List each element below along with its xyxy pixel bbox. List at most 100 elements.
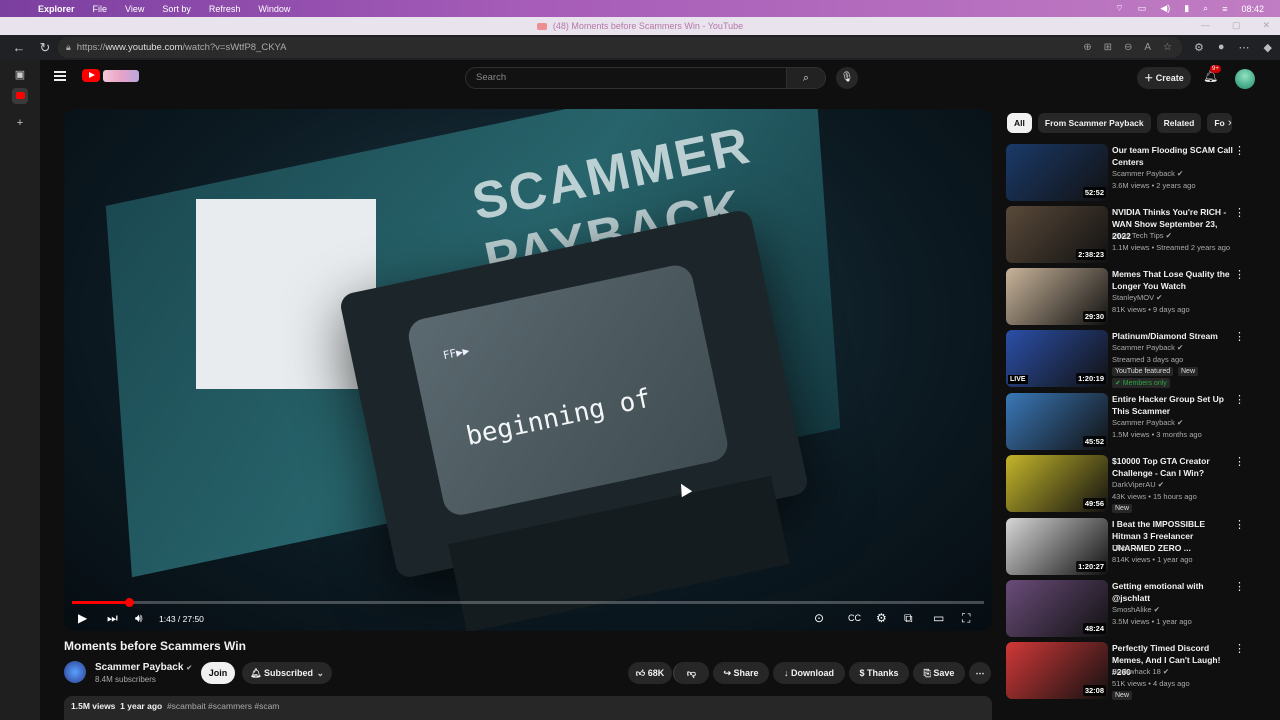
display-icon[interactable]: ▭ — [1138, 3, 1147, 14]
control-center-icon[interactable]: ≡ — [1222, 4, 1227, 14]
zoom-icon[interactable]: ⊖ — [1124, 42, 1132, 53]
recommendation-channel[interactable]: Scammer Payback ✔ — [1112, 169, 1183, 178]
grid-icon[interactable]: ⊞ — [1104, 42, 1112, 53]
video-thumbnail[interactable]: 29:30 — [1006, 268, 1108, 325]
more-vert-icon[interactable]: ⋮ — [1234, 330, 1245, 343]
recommendation-channel[interactable]: Scammer Payback ✔ — [1112, 418, 1183, 427]
video-thumbnail[interactable]: 45:52 — [1006, 393, 1108, 450]
minimize-icon[interactable]: — — [1201, 20, 1210, 31]
dislike-button[interactable]: 👎︎ — [673, 662, 709, 684]
thanks-button[interactable]: $ Thanks — [849, 662, 909, 684]
notifications-button[interactable]: 🔔︎ 9+ — [1203, 65, 1221, 83]
fullscreen-icon[interactable]: ⛶ — [962, 611, 970, 626]
captions-icon[interactable]: CC — [848, 613, 861, 623]
download-button[interactable]: ↓ Download — [773, 662, 845, 684]
share-button[interactable]: ↪ Share — [713, 662, 769, 684]
account-avatar[interactable] — [1235, 69, 1255, 89]
wifi-icon[interactable]: ⌔ — [1115, 3, 1123, 14]
youtube-tab-icon[interactable] — [12, 88, 28, 104]
save-button[interactable]: ⎘ Save — [913, 662, 965, 684]
channel-avatar[interactable] — [64, 661, 86, 683]
recommendation-card[interactable]: 32:08 Perfectly Timed Discord Memes, And … — [1006, 642, 1268, 700]
more-vert-icon[interactable]: ⋮ — [1234, 268, 1245, 281]
play-icon[interactable]: ▶ — [78, 611, 87, 625]
more-vert-icon[interactable]: ⋮ — [1234, 580, 1245, 593]
subscribed-button[interactable]: 🔔︎ Subscribed ⌄ — [242, 662, 332, 684]
miniplayer-icon[interactable]: ⧉ — [904, 611, 913, 626]
youtube-logo[interactable] — [82, 69, 139, 82]
video-thumbnail[interactable]: 1:20:19 LIVE — [1006, 330, 1108, 387]
recommendation-title[interactable]: Getting emotional with @jschlatt — [1112, 580, 1236, 604]
more-vert-icon[interactable]: ⋮ — [1234, 455, 1245, 468]
star-icon[interactable]: ☆ — [1163, 42, 1172, 53]
menu-sort-by[interactable]: Sort by — [162, 4, 191, 14]
chip-related[interactable]: Related — [1156, 113, 1202, 133]
copilot-icon[interactable]: ◆ — [1264, 41, 1272, 54]
join-button[interactable]: Join — [201, 662, 235, 684]
maximize-icon[interactable]: ▢ — [1232, 20, 1241, 31]
address-bar[interactable]: 🔒︎ https://www.youtube.com/watch?v=sWtfP… — [58, 37, 1182, 58]
video-thumbnail[interactable]: 52:52 — [1006, 144, 1108, 201]
menu-explorer[interactable]: Explorer — [38, 4, 75, 14]
more-vert-icon[interactable]: ⋮ — [1234, 206, 1245, 219]
recommendation-card[interactable]: 52:52 Our team Flooding SCAM Call Centers… — [1006, 144, 1268, 202]
video-thumbnail[interactable]: 1:20:27 — [1006, 518, 1108, 575]
menu-refresh[interactable]: Refresh — [209, 4, 241, 14]
more-icon[interactable]: ⋯ — [1239, 41, 1250, 54]
hashtags[interactable]: #scambait #scammers #scam — [167, 701, 279, 711]
recommendation-channel[interactable]: StanleyMOV ✔ — [1112, 293, 1162, 302]
read-aloud-icon[interactable]: A — [1144, 42, 1151, 53]
menu-file[interactable]: File — [93, 4, 108, 14]
scrubber-handle[interactable] — [124, 598, 134, 607]
video-thumbnail[interactable]: 49:56 — [1006, 455, 1108, 512]
chevron-right-icon[interactable]: › — [1228, 117, 1232, 129]
recommendation-card[interactable]: 48:24 Getting emotional with @jschlatt Smo… — [1006, 580, 1268, 638]
reload-icon[interactable]: ↻ — [38, 40, 52, 56]
channel-name[interactable]: Scammer Payback ✔ — [95, 662, 192, 673]
video-thumbnail[interactable]: 2:38:23 — [1006, 206, 1108, 263]
recommendation-card[interactable]: 45:52 Entire Hacker Group Set Up This Sca… — [1006, 393, 1268, 451]
menu-window[interactable]: Window — [258, 4, 290, 14]
next-icon[interactable]: ⏭ — [107, 611, 118, 626]
search-icon[interactable]: ⌕ — [1203, 3, 1208, 14]
recommendation-title[interactable]: Platinum/Diamond Stream — [1112, 330, 1236, 342]
more-actions-button[interactable]: ⋯ — [969, 662, 991, 684]
chip-from-channel[interactable]: From Scammer Payback — [1037, 113, 1151, 133]
more-vert-icon[interactable]: ⋮ — [1234, 393, 1245, 406]
recommendation-channel[interactable]: Cheru ✔ — [1112, 543, 1141, 552]
recommendation-channel[interactable]: Bushwhack 18 ✔ — [1112, 667, 1169, 676]
recommendation-channel[interactable]: DarkViperAU ✔ — [1112, 480, 1164, 489]
recommendation-card[interactable]: 1:20:27 I Beat the IMPOSSIBLE Hitman 3 Fr… — [1006, 518, 1268, 576]
recommendation-card[interactable]: 2:38:23 NVIDIA Thinks You're RICH - WAN S… — [1006, 206, 1268, 264]
video-thumbnail[interactable]: 48:24 — [1006, 580, 1108, 637]
lock-icon[interactable]: 🔒︎ — [66, 42, 71, 53]
volume-icon[interactable]: 🔊︎ — [135, 611, 143, 626]
menu-view[interactable]: View — [125, 4, 144, 14]
search-input[interactable]: Search — [465, 67, 787, 89]
more-vert-icon[interactable]: ⋮ — [1234, 144, 1245, 157]
recommendation-title[interactable]: Our team Flooding SCAM Call Centers — [1112, 144, 1236, 168]
description-box[interactable]: 1.5M views 1 year ago #scambait #scammer… — [64, 696, 992, 720]
recommendation-card[interactable]: 29:30 Memes That Lose Quality the Longer … — [1006, 268, 1268, 326]
search-button[interactable]: ⌕ — [786, 67, 826, 89]
recommendation-title[interactable]: Entire Hacker Group Set Up This Scammer — [1112, 393, 1236, 417]
chip-all[interactable]: All — [1007, 113, 1032, 133]
recommendation-channel[interactable]: Linus Tech Tips ✔ — [1112, 231, 1172, 240]
progress-bar[interactable] — [72, 598, 984, 607]
tabs-icon[interactable]: ▣ — [12, 67, 28, 83]
video-thumbnail[interactable]: 32:08 — [1006, 642, 1108, 699]
recommendation-card[interactable]: 1:20:19 LIVE Platinum/Diamond Stream Scamme… — [1006, 330, 1268, 388]
recommendation-title[interactable]: $10000 Top GTA Creator Challenge - Can I… — [1112, 455, 1236, 479]
settings-gear-icon[interactable]: ⚙ — [876, 611, 887, 625]
app-available-icon[interactable]: ⊕ — [1083, 42, 1091, 53]
recommendation-card[interactable]: 49:56 $10000 Top GTA Creator Challenge - … — [1006, 455, 1268, 513]
recommendation-channel[interactable]: Scammer Payback ✔ — [1112, 343, 1183, 352]
recommendation-channel[interactable]: SmoshAlike ✔ — [1112, 605, 1160, 614]
back-icon[interactable]: ← — [12, 40, 26, 55]
battery-icon[interactable]: ▮ — [1184, 3, 1189, 14]
new-tab-icon[interactable]: + — [12, 115, 28, 131]
autoplay-toggle-icon[interactable]: ⊙ — [814, 611, 824, 625]
recommendation-title[interactable]: Memes That Lose Quality the Longer You W… — [1112, 268, 1236, 292]
video-player[interactable]: SCAMMER PAYBACK FF▶▶ beginning of ▶ ⏭ 🔊︎… — [64, 109, 992, 631]
volume-icon[interactable]: ◀) — [1160, 3, 1170, 14]
